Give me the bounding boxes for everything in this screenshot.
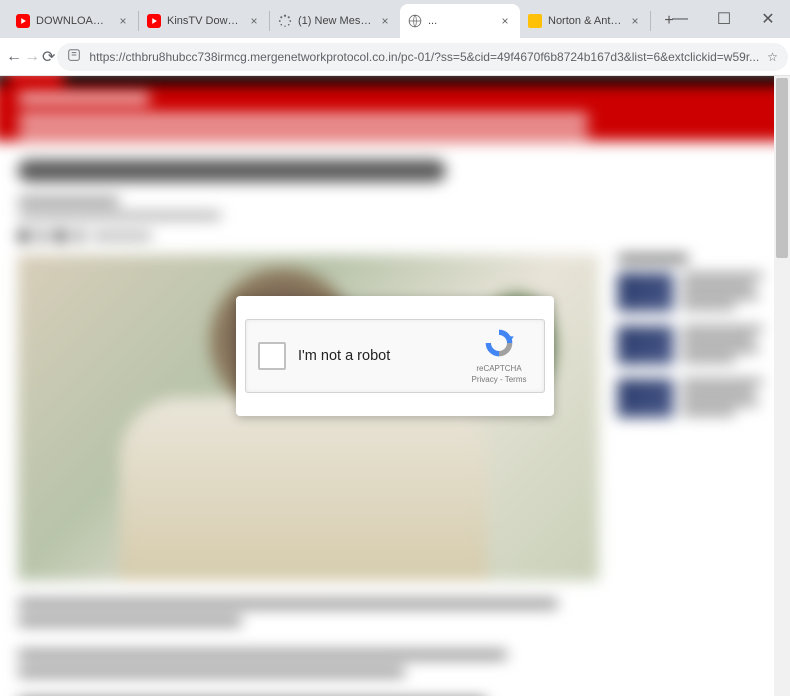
address-bar[interactable]: https://cthbru8hubcc738irmcg.mergenetwor… [57,43,788,71]
tab-new-message[interactable]: (1) New Message! × [270,4,400,38]
tab-label: KinsTV Download F [167,15,241,27]
maximize-button[interactable]: ☐ [702,0,746,38]
recaptcha-dialog: I'm not a robot reCAPTCHA Privacy - Term… [236,296,554,416]
reload-icon: ⟳ [42,47,55,67]
minimize-button[interactable]: — [658,0,702,38]
tab-norton[interactable]: Norton & AntiVirus × [520,4,650,38]
scrollbar-thumb[interactable] [776,78,788,258]
youtube-icon [16,14,30,28]
tab-download-red[interactable]: DOWNLOAD: Red | × [8,4,138,38]
youtube-icon [147,14,161,28]
tab-label: DOWNLOAD: Red | [36,15,110,27]
site-info-icon[interactable] [67,48,81,65]
url-text: https://cthbru8hubcc738irmcg.mergenetwor… [89,50,759,64]
tab-label: ... [428,15,492,27]
minimize-icon: — [672,10,688,28]
recaptcha-widget: I'm not a robot reCAPTCHA Privacy - Term… [245,319,545,393]
forward-icon: → [24,48,40,66]
close-icon[interactable]: × [116,14,130,28]
close-icon[interactable]: × [378,14,392,28]
tab-strip: DOWNLOAD: Red | × KinsTV Download F × (1… [8,4,683,38]
recaptcha-brand: reCAPTCHA [466,364,532,374]
recaptcha-links: Privacy - Terms [466,375,532,385]
recaptcha-label: I'm not a robot [286,348,466,364]
norton-icon [528,14,542,28]
tab-label: (1) New Message! [298,15,372,27]
content-area: I'm not a robot reCAPTCHA Privacy - Term… [0,76,790,696]
tab-active[interactable]: ... × [400,4,520,38]
privacy-link[interactable]: Privacy [472,375,498,384]
forward-button[interactable]: → [24,42,40,72]
globe-icon [408,14,422,28]
back-icon: ← [6,48,22,66]
browser-title-bar: DOWNLOAD: Red | × KinsTV Download F × (1… [0,0,790,38]
spinner-icon [278,14,292,28]
tab-kinstv[interactable]: KinsTV Download F × [139,4,269,38]
back-button[interactable]: ← [6,42,22,72]
recaptcha-checkbox[interactable] [258,342,286,370]
close-icon: ✕ [761,9,774,29]
browser-toolbar: ← → ⟳ https://cthbru8hubcc738irmcg.merge… [0,38,790,76]
terms-link[interactable]: Terms [505,375,527,384]
article-headline [18,160,446,182]
close-icon[interactable]: × [628,14,642,28]
close-window-button[interactable]: ✕ [746,0,790,38]
window-controls: — ☐ ✕ [658,0,790,38]
reload-button[interactable]: ⟳ [42,42,55,72]
vertical-scrollbar[interactable] [774,76,790,696]
recaptcha-icon [483,327,515,359]
close-icon[interactable]: × [247,14,261,28]
tab-label: Norton & AntiVirus [548,15,622,27]
maximize-icon: ☐ [717,9,731,29]
close-icon[interactable]: × [498,14,512,28]
recaptcha-logo: reCAPTCHA Privacy - Terms [466,327,532,385]
star-icon[interactable]: ☆ [767,50,778,64]
